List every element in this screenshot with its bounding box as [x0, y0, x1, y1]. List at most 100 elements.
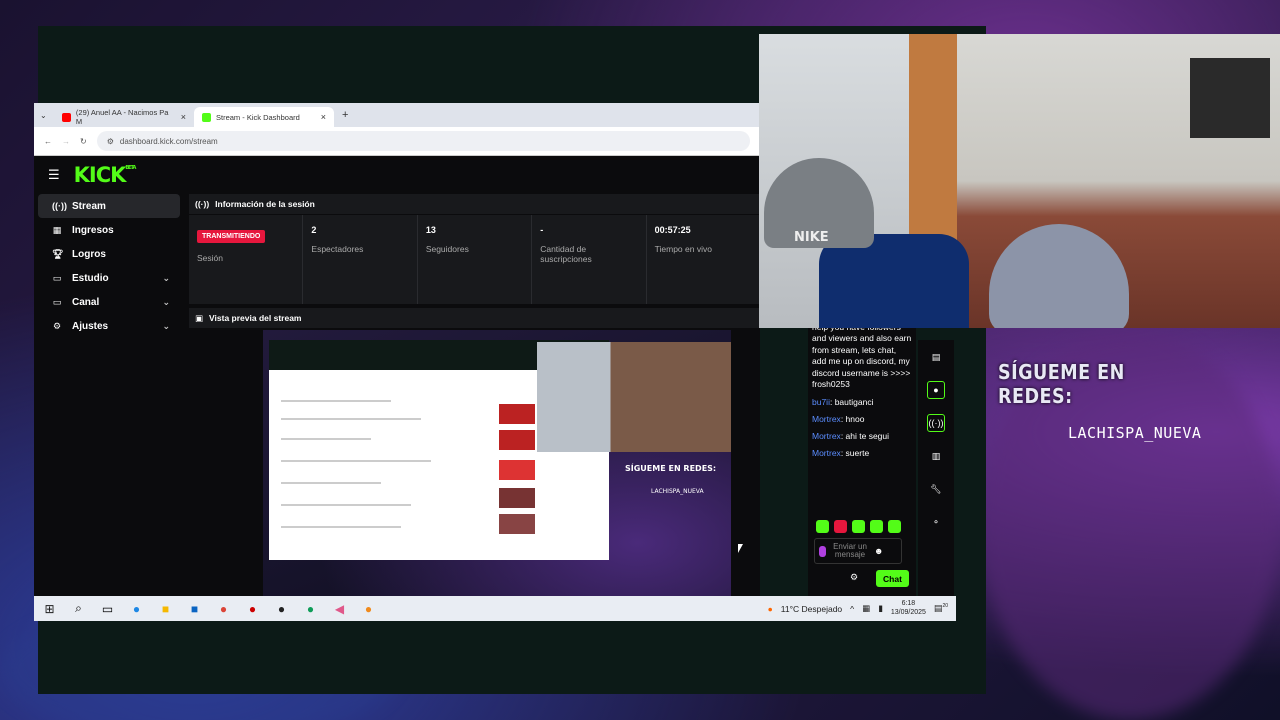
chat-placeholder: Enviar un mensaje [833, 542, 867, 559]
chat-panel: help you have followers and viewers and … [808, 322, 916, 596]
preview-line [281, 526, 401, 528]
outlook-icon[interactable]: ■ [187, 601, 202, 616]
share-icon[interactable]: ⚬ [927, 513, 945, 531]
preview-line [281, 504, 411, 506]
new-tab-icon[interactable]: + [334, 109, 356, 121]
income-icon: ▦ [52, 224, 62, 235]
stat-viewers: 2 Espectadores [303, 215, 418, 304]
sidebar-item-logros[interactable]: 🏆︎ Logros [38, 242, 180, 266]
windows-start-icon[interactable]: ⊞ [42, 601, 57, 616]
url-input[interactable]: ⚙ dashboard.kick.com/stream [96, 131, 750, 151]
edge-icon[interactable]: ● [129, 601, 144, 616]
emote-icon[interactable] [834, 520, 847, 533]
chevron-down-icon: ⌄ [162, 320, 170, 331]
sidebar-item-estudio[interactable]: ▭ Estudio ⌄ [38, 266, 180, 290]
preview-thumbnail [499, 460, 535, 480]
overlay-handle: LACHISPA_NUEVA [1068, 424, 1202, 442]
weather-icon: ● [767, 603, 773, 614]
chat-username[interactable]: bu7ii [812, 397, 830, 407]
gear-icon[interactable]: ⚙ [850, 572, 858, 583]
chat-message: Mortrex: suerte [812, 447, 870, 458]
app-icon[interactable]: ◀ [332, 601, 347, 616]
reload-icon[interactable]: ↻ [80, 137, 87, 146]
wrench-icon[interactable]: 🔧︎ [927, 480, 945, 498]
close-icon[interactable]: × [321, 112, 326, 122]
sidebar-item-ajustes[interactable]: ⚙ Ajustes ⌄ [38, 314, 180, 338]
chat-bubble-icon[interactable]: ● [927, 381, 945, 399]
tab-search-icon[interactable]: ⌄ [40, 111, 54, 120]
sidebar: ((·)) Stream ▦ Ingresos 🏆︎ Logros ▭ Estudio ⌄… [34, 194, 184, 338]
tab-label: (29) Anuel AA - Nacimos Pa M [75, 108, 169, 126]
chat-username[interactable]: Mortrex [812, 431, 841, 441]
sidebar-item-ingresos[interactable]: ▦ Ingresos [38, 218, 180, 242]
stat-subscriptions: - Cantidad de suscripciones [532, 215, 647, 304]
obs-icon[interactable]: ● [274, 601, 289, 616]
site-info-icon[interactable]: ⚙ [107, 137, 114, 146]
weather-text[interactable]: 11°C Despejado [781, 604, 842, 614]
menu-icon[interactable]: ☰ [48, 167, 60, 183]
forward-icon[interactable]: → [62, 137, 70, 146]
live-badge: TRANSMITIENDO [197, 230, 266, 243]
chat-input[interactable]: Enviar un mensaje ☻ [814, 538, 902, 564]
search-icon[interactable]: ⌕ [71, 601, 86, 616]
preview-line [281, 482, 381, 484]
tab-kick[interactable]: Stream - Kick Dashboard × [194, 107, 334, 127]
studio-icon: ▭ [52, 272, 62, 283]
chat-username[interactable]: Mortrex [812, 448, 841, 458]
kick-header: ☰ KICK BETA [34, 156, 760, 194]
chat-message: Mortrex: hnoo [812, 413, 865, 424]
url-text: dashboard.kick.com/stream [119, 136, 218, 146]
settings-icon: ⚙ [52, 320, 62, 331]
chevron-up-icon[interactable]: ^ [850, 604, 854, 614]
preview-icon: ▣ [195, 312, 204, 323]
folder-icon[interactable]: ■ [158, 601, 173, 616]
stat-live-time: 00:57:25 Tiempo en vivo [654, 225, 712, 254]
emote-icon[interactable] [852, 520, 865, 533]
app-icon[interactable]: ● [245, 601, 260, 616]
emote-icon[interactable] [888, 520, 901, 533]
youtube-icon [62, 112, 71, 122]
emote-bar [816, 520, 901, 533]
taskbar: ⊞ ⌕ ▭ ● ■ ■ ● ● ● ● ◀ ● ● 11°C Despejado… [34, 596, 956, 621]
back-icon[interactable]: ← [44, 137, 52, 146]
chrome-icon[interactable]: ● [216, 601, 231, 616]
sidebar-item-canal[interactable]: ▭ Canal ⌄ [38, 290, 180, 314]
session-stats: TRANSMITIENDO Sesión 2 Espectadores 13 Segu… [189, 214, 760, 304]
tab-youtube[interactable]: (29) Anuel AA - Nacimos Pa M × [54, 107, 194, 127]
chrome-active-icon[interactable]: ● [303, 601, 318, 616]
notification-icon[interactable]: ▤20 [934, 603, 948, 614]
printer-icon[interactable]: ▥ [927, 447, 945, 465]
tab-bar: ⌄ (29) Anuel AA - Nacimos Pa M × Stream … [34, 103, 760, 127]
stream-preview[interactable]: SÍGUEME EN REDES: LACHISPA_NUEVA [263, 330, 731, 596]
preview-handle: LACHISPA_NUEVA [651, 488, 704, 495]
system-tray: ● 11°C Despejado ^ ▦ ▮ 6:18 13/09/2025 ▤2… [768, 600, 948, 617]
emoji-icon[interactable]: ☻ [874, 546, 883, 556]
kick-logo[interactable]: KICK BETA [74, 163, 137, 187]
app-icon[interactable]: ● [361, 601, 376, 616]
close-icon[interactable]: × [181, 112, 186, 122]
preview-sigueme: SÍGUEME EN REDES: [625, 464, 717, 473]
network-icon[interactable]: ▦ [862, 603, 870, 614]
preview-webcam [537, 342, 731, 452]
session-header: ((·)) Información de la sesión [189, 194, 760, 214]
emote-icon[interactable] [870, 520, 883, 533]
preview-line [281, 438, 371, 440]
overlay-sigueme: SÍGUEME EN REDES: [998, 360, 1125, 408]
microphone-icon[interactable] [819, 545, 826, 557]
chat-send-button[interactable]: Chat [876, 570, 909, 587]
clock[interactable]: 6:18 13/09/2025 [891, 600, 926, 617]
notes-icon[interactable]: ▤ [927, 348, 945, 366]
chevron-down-icon: ⌄ [162, 272, 170, 283]
stat-session: TRANSMITIENDO Sesión [189, 215, 304, 304]
channel-icon: ▭ [52, 296, 62, 307]
chat-username[interactable]: Mortrex [812, 414, 841, 424]
sidebar-item-stream[interactable]: ((·)) Stream [38, 194, 180, 218]
emote-icon[interactable] [816, 520, 829, 533]
stream-icon: ((·)) [195, 199, 210, 209]
volume-icon[interactable]: ▮ [878, 603, 883, 614]
broadcast-icon[interactable]: ((·)) [927, 414, 945, 432]
preview-line [281, 418, 421, 420]
task-view-icon[interactable]: ▭ [100, 601, 115, 616]
address-bar: ← → ↻ ⚙ dashboard.kick.com/stream [34, 127, 760, 156]
chat-message: bu7ii: bautiganci [812, 396, 874, 407]
